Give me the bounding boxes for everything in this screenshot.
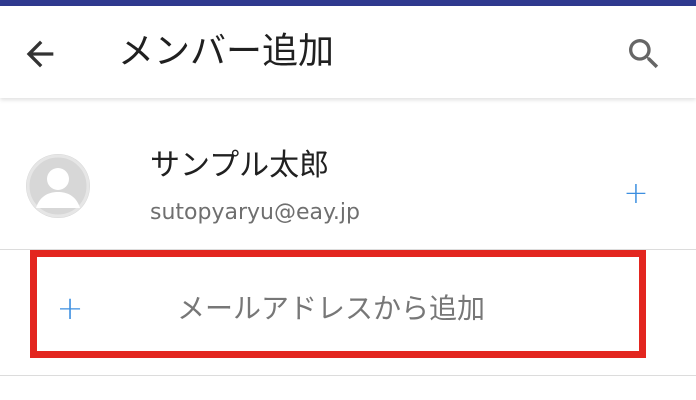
add-by-email-button[interactable]: + メールアドレスから追加: [30, 250, 646, 358]
divider: [0, 375, 696, 376]
person-icon: [26, 154, 90, 218]
member-email: sutopyaryu@eay.jp: [150, 200, 360, 225]
arrow-left-icon: [26, 40, 54, 68]
add-by-email-label: メールアドレスから追加: [177, 292, 486, 325]
app-bar: メンバー追加: [0, 6, 696, 98]
search-icon: [629, 39, 659, 69]
member-list-item[interactable]: サンプル太郎 sutopyaryu@eay.jp +: [0, 98, 696, 250]
add-member-button[interactable]: +: [622, 179, 650, 209]
plus-icon: +: [56, 289, 84, 327]
plus-icon: +: [623, 176, 649, 211]
page-title: メンバー追加: [118, 31, 335, 72]
avatar: [26, 154, 90, 218]
member-name: サンプル太郎: [150, 148, 330, 183]
search-button[interactable]: [624, 34, 664, 74]
back-button[interactable]: [20, 34, 60, 74]
